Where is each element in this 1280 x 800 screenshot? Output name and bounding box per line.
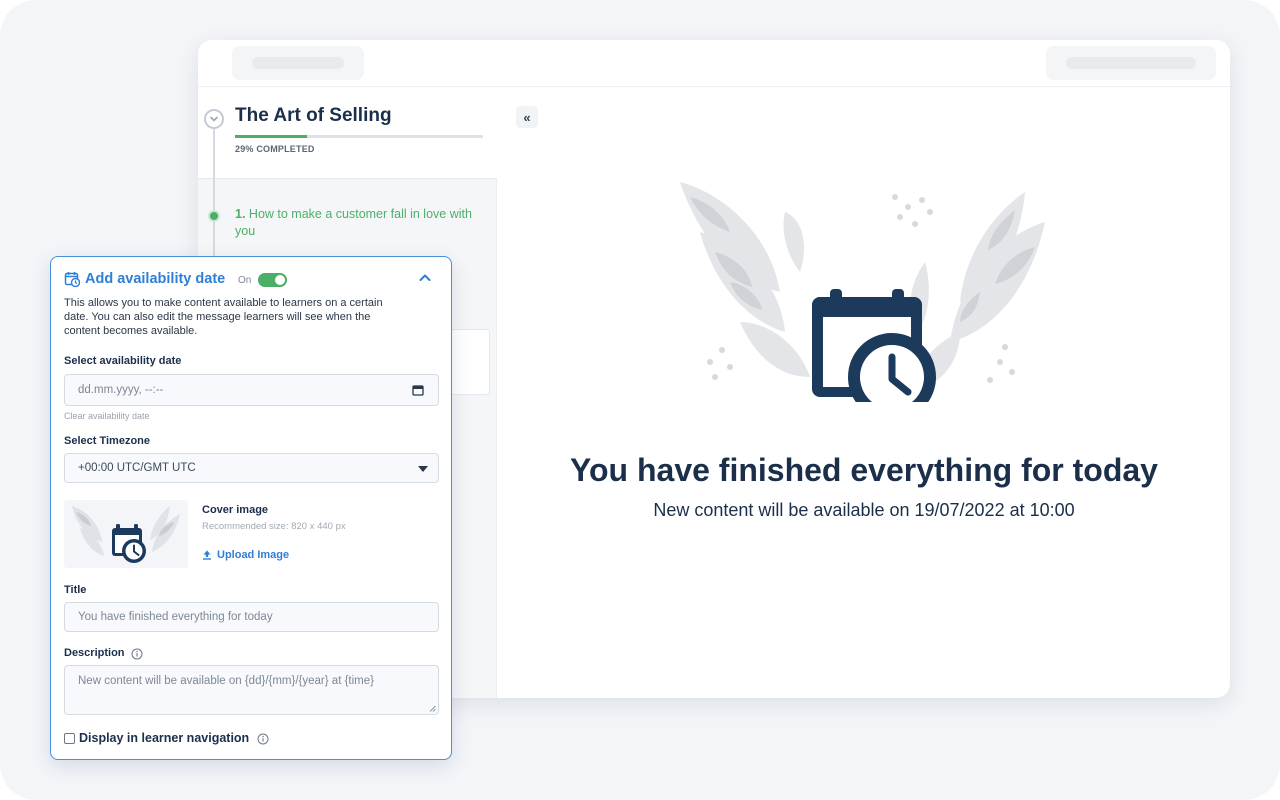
content-subtitle: New content will be available on 19/07/2… <box>653 500 1075 520</box>
availability-date-panel: Add availability date On This allows you… <box>50 256 452 760</box>
course-header: The Art of Selling 29% COMPLETED <box>198 87 497 179</box>
course-collapse-toggle[interactable] <box>204 109 224 129</box>
timezone-value: +00:00 UTC/GMT UTC <box>78 462 196 474</box>
collapse-sidebar-button[interactable]: « <box>516 106 538 128</box>
content-title: You have finished everything for today <box>570 452 1158 488</box>
lesson-title: How to make a customer fall in love with… <box>235 207 472 238</box>
description-textarea[interactable]: New content will be available on {dd}/{m… <box>64 665 439 715</box>
cover-image-hint: Recommended size: 820 x 440 px <box>202 521 346 532</box>
description-value: New content will be available on {dd}/{m… <box>78 675 374 687</box>
title-input-value: You have finished everything for today <box>78 611 273 623</box>
timezone-select[interactable]: +00:00 UTC/GMT UTC <box>64 453 439 483</box>
chevron-down-icon <box>210 116 218 122</box>
info-icon[interactable] <box>131 648 143 660</box>
title-input[interactable]: You have finished everything for today <box>64 602 439 632</box>
cover-image-label: Cover image <box>202 504 269 516</box>
lesson-number: 1. <box>235 207 246 221</box>
display-navigation-label[interactable]: Display in learner navigation <box>79 731 249 745</box>
chevron-up-icon[interactable] <box>418 271 432 285</box>
upload-image-button[interactable]: Upload Image <box>202 549 289 561</box>
info-icon[interactable] <box>257 733 269 745</box>
upload-image-label: Upload Image <box>217 549 290 561</box>
top-bar-placeholder-right <box>1046 46 1216 80</box>
timezone-label: Select Timezone <box>64 435 150 447</box>
timeline-line-top <box>213 127 215 179</box>
calendar-clock-thumbnail-icon <box>72 506 180 563</box>
course-progress-fill <box>235 135 307 138</box>
course-title: The Art of Selling <box>235 105 392 126</box>
calendar-clock-icon <box>64 272 80 287</box>
calendar-clock-illustration <box>680 182 1045 402</box>
top-bar-placeholder-left <box>232 46 364 80</box>
panel-description: This allows you to make content availabl… <box>64 297 383 337</box>
cover-image-thumbnail <box>64 500 188 568</box>
panel-title: Add availability date <box>85 271 226 287</box>
date-input[interactable]: dd.mm.yyyy, --:-- <box>64 374 439 406</box>
description-label: Description <box>64 647 125 659</box>
title-label: Title <box>64 584 87 596</box>
top-bar <box>198 40 1230 87</box>
resize-grip-icon[interactable] <box>429 705 436 712</box>
availability-toggle[interactable] <box>258 273 287 287</box>
date-placeholder: dd.mm.yyyy, --:-- <box>78 384 164 396</box>
clear-date-link[interactable]: Clear availability date <box>64 411 150 421</box>
calendar-icon[interactable] <box>412 384 424 396</box>
toggle-knob <box>275 275 285 285</box>
caret-down-icon <box>418 466 428 472</box>
date-label: Select availability date <box>64 355 182 367</box>
course-progress-bar <box>235 135 483 138</box>
lesson-status-dot <box>208 210 220 222</box>
lesson-item-1[interactable]: 1. How to make a customer fall in love w… <box>235 206 475 240</box>
course-progress-label: 29% COMPLETED <box>235 144 315 154</box>
toggle-label: On <box>238 275 252 286</box>
upload-icon <box>203 550 211 560</box>
display-navigation-checkbox[interactable] <box>64 733 75 744</box>
